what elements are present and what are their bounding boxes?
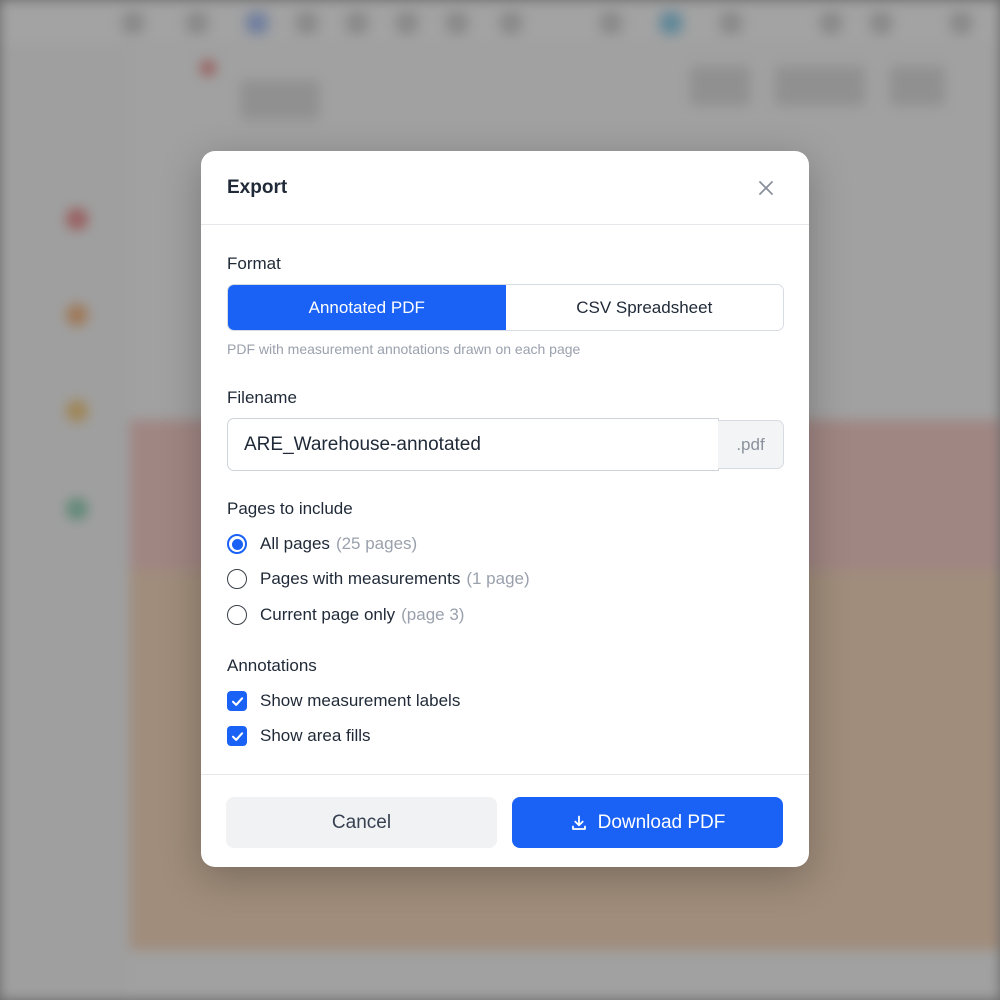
option-label: All pages bbox=[260, 534, 330, 553]
check-icon bbox=[231, 696, 243, 706]
filename-label: Filename bbox=[227, 388, 297, 407]
download-icon bbox=[571, 815, 586, 830]
option-label: Current page only bbox=[260, 605, 396, 624]
annotation-option-area-fills[interactable]: Show area fills bbox=[227, 723, 371, 749]
dialog-footer: Cancel Download PDF bbox=[201, 774, 809, 867]
pages-option-all[interactable]: All pages (25 pages) bbox=[227, 531, 417, 557]
download-pdf-button[interactable]: Download PDF bbox=[512, 797, 783, 848]
dialog-title: Export bbox=[227, 177, 288, 198]
export-dialog: Export Format Annotated PDF CSV Spreadsh… bbox=[201, 151, 809, 867]
radio-button[interactable] bbox=[227, 605, 247, 625]
format-option-annotated-pdf[interactable]: Annotated PDF bbox=[228, 285, 506, 330]
pages-option-with-measurements[interactable]: Pages with measurements (1 page) bbox=[227, 566, 530, 592]
dialog-header: Export bbox=[201, 151, 809, 225]
download-button-label: Download PDF bbox=[597, 811, 726, 833]
radio-button[interactable] bbox=[227, 534, 247, 554]
option-note: (25 pages) bbox=[335, 534, 418, 553]
option-note: (page 3) bbox=[401, 605, 465, 624]
option-label: Show measurement labels bbox=[260, 691, 461, 710]
pages-label: Pages to include bbox=[227, 499, 353, 518]
radio-button[interactable] bbox=[227, 569, 247, 589]
close-button[interactable] bbox=[753, 175, 779, 201]
format-hint: PDF with measurement annotations drawn o… bbox=[227, 341, 581, 357]
filename-input[interactable] bbox=[227, 418, 719, 471]
cancel-button[interactable]: Cancel bbox=[226, 797, 497, 848]
option-note: (1 page) bbox=[466, 569, 530, 588]
option-label: Show area fills bbox=[260, 726, 371, 745]
checkbox[interactable] bbox=[227, 691, 247, 711]
checkbox[interactable] bbox=[227, 726, 247, 746]
filename-suffix: .pdf bbox=[718, 420, 784, 469]
check-icon bbox=[231, 731, 243, 741]
format-label: Format bbox=[227, 254, 281, 273]
format-option-csv-spreadsheet[interactable]: CSV Spreadsheet bbox=[505, 285, 783, 330]
pages-option-current[interactable]: Current page only (page 3) bbox=[227, 602, 464, 628]
annotations-label: Annotations bbox=[227, 656, 317, 675]
option-label: Pages with measurements bbox=[260, 569, 461, 588]
annotation-option-measurement-labels[interactable]: Show measurement labels bbox=[227, 688, 460, 714]
format-selector: Annotated PDF CSV Spreadsheet bbox=[227, 284, 784, 331]
close-icon bbox=[759, 181, 773, 195]
